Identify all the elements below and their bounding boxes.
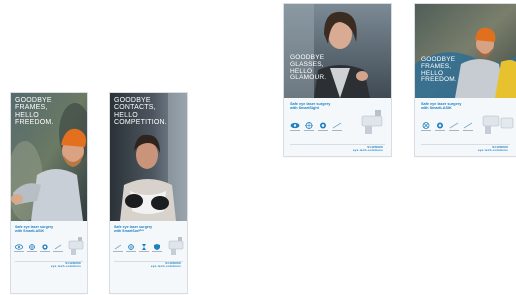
target-icon xyxy=(435,122,445,131)
poster-tagline: Safe eye laser surgery with SmartSurfᴬᶜᵉ xyxy=(114,225,153,234)
poster-tagline: Safe eye laser surgery with SmartLASIK xyxy=(15,225,54,234)
feature-icon-row xyxy=(14,244,63,252)
poster-headline: GOODBYE FRAMES, HELLO FREEDOM. xyxy=(421,56,457,84)
poster-info-panel: Safe eye laser surgery with SmartLASIK S… xyxy=(11,221,87,293)
poster-tagline: Safe eye laser surgery with SmartSight xyxy=(290,102,331,111)
poster-headline: GOODBYE GLASSES, HELLO GLAMOUR. xyxy=(290,54,327,82)
poster-info-panel: Safe eye laser surgery with SmartLASIK S… xyxy=(415,98,516,156)
feature-icon-row xyxy=(421,122,473,131)
poster-smartlasik-frames-tall[interactable]: GOODBYE FRAMES, HELLO FREEDOM. Safe eye … xyxy=(11,93,87,293)
close-circle-icon xyxy=(421,122,431,131)
laser-icon xyxy=(53,244,63,252)
laser-icon xyxy=(113,244,123,252)
hourglass-icon xyxy=(139,244,149,252)
crosshair-icon xyxy=(126,244,136,252)
eye-icon xyxy=(290,122,300,131)
eye-icon xyxy=(14,244,24,252)
laser-icon xyxy=(463,122,473,131)
feature-icon-row xyxy=(113,244,162,252)
poster-photo-woman-portrait xyxy=(284,4,391,98)
poster-smartsurf-contacts-tall[interactable]: GOODBYE CONTACTS, HELLO COMPETITION. Saf… xyxy=(110,93,187,293)
poster-smartlasik-frames-wide[interactable]: GOODBYE FRAMES, HELLO FREEDOM. Safe eye … xyxy=(415,4,516,156)
poster-info-panel: Safe eye laser surgery with SmartSight S… xyxy=(284,98,391,156)
target-icon xyxy=(318,122,328,131)
poster-tagline: Safe eye laser surgery with SmartLASIK xyxy=(421,102,462,111)
laser-device-image xyxy=(168,237,184,255)
brand-logo-text: SCHWIND eye-tech-solutions xyxy=(477,145,508,153)
laser-device-image xyxy=(482,115,514,134)
feature-icon-row xyxy=(290,122,342,131)
crosshair-icon xyxy=(27,244,37,252)
poster-headline: GOODBYE FRAMES, HELLO FREEDOM. xyxy=(15,97,54,127)
poster-info-panel: Safe eye laser surgery with SmartSurfᴬᶜᵉ… xyxy=(110,221,187,293)
laser-icon xyxy=(332,122,342,131)
poster-headline: GOODBYE CONTACTS, HELLO COMPETITION. xyxy=(114,97,167,127)
laser-icon xyxy=(449,122,459,131)
crosshair-icon xyxy=(304,122,314,131)
brand-logo-text: SCHWIND eye-tech-solutions xyxy=(150,261,181,269)
brand-logo-text: SCHWIND eye-tech-solutions xyxy=(352,145,383,153)
shield-icon xyxy=(152,244,162,252)
brand-logo-text: SCHWIND eye-tech-solutions xyxy=(50,261,81,269)
laser-device-image xyxy=(361,110,383,134)
poster-smartsight-glasses[interactable]: GOODBYE GLASSES, HELLO GLAMOUR. Safe eye… xyxy=(284,4,391,156)
laser-device-image xyxy=(68,237,84,255)
target-icon xyxy=(40,244,50,252)
